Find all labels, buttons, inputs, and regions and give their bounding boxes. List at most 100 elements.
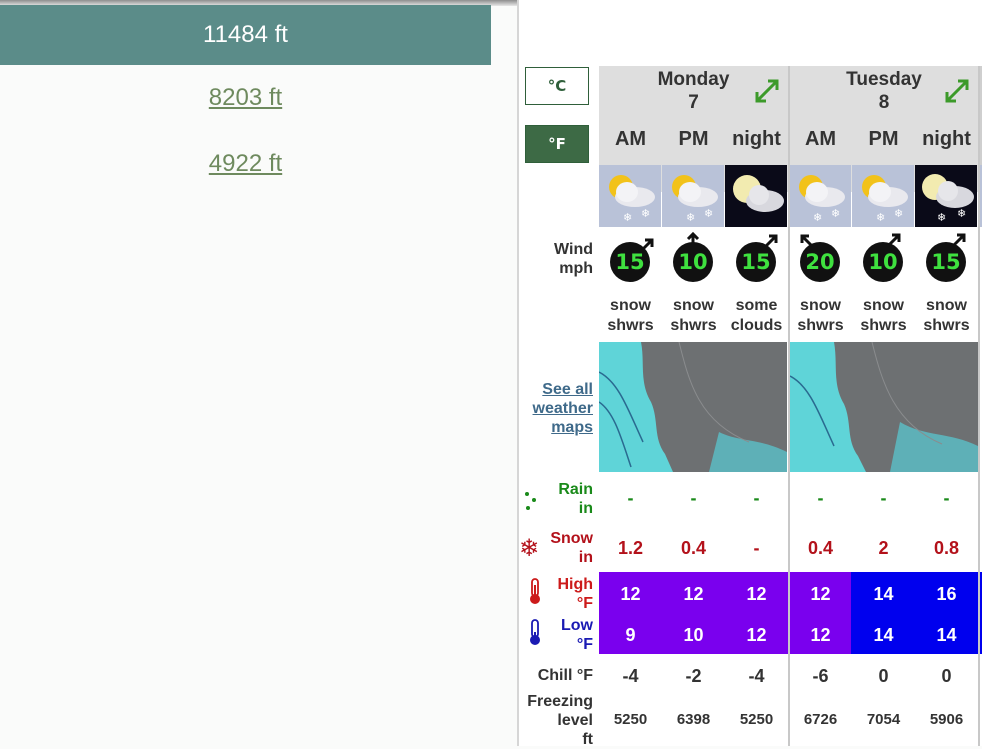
period-label: night bbox=[922, 128, 971, 150]
weather-map-thumbnail[interactable] bbox=[790, 342, 978, 472]
period-label: AM bbox=[614, 128, 647, 150]
low-temp-value: 9 bbox=[625, 625, 636, 645]
elevation-link[interactable]: 8203 ft bbox=[0, 84, 491, 112]
low-temp-value: 12 bbox=[810, 625, 831, 645]
summary-line: shwrs bbox=[607, 317, 654, 334]
freezing-level-value: 6726 bbox=[803, 711, 838, 728]
wind-chill-value: -2 bbox=[685, 666, 702, 686]
expand-icon[interactable] bbox=[942, 76, 972, 106]
see-all-weather-maps-link[interactable]: See all weather maps bbox=[533, 380, 593, 437]
weather-summary: snow shwrs bbox=[789, 296, 852, 336]
period-label: PM bbox=[678, 128, 709, 150]
wind-chill-value: -6 bbox=[812, 666, 829, 686]
snow-value: 0.4 bbox=[680, 538, 707, 558]
label-unit: ft bbox=[582, 731, 593, 748]
summary-line: shwrs bbox=[670, 317, 717, 334]
label-line: level bbox=[557, 712, 593, 729]
thermometer-low-icon bbox=[530, 619, 540, 645]
summary-line: shwrs bbox=[860, 317, 907, 334]
day-separator bbox=[788, 66, 790, 746]
summary-line: shwrs bbox=[797, 317, 844, 334]
link-line[interactable]: See all bbox=[533, 380, 593, 399]
high-temp-value: 12 bbox=[683, 584, 704, 604]
freezing-level-value: 5250 bbox=[739, 711, 774, 728]
wind-badge: 15 bbox=[606, 236, 654, 284]
label-line: Wind bbox=[554, 241, 593, 258]
link-line[interactable]: weather bbox=[533, 399, 593, 418]
high-temp-value: 16 bbox=[936, 584, 957, 604]
label-unit: in bbox=[578, 500, 593, 517]
low-temp-value: 10 bbox=[683, 625, 704, 645]
summary-line: snow bbox=[673, 297, 714, 314]
summary-line: snow bbox=[863, 297, 904, 314]
snow-row-label: Snow in bbox=[550, 529, 593, 567]
weather-map-thumbnail[interactable] bbox=[599, 342, 787, 472]
sun-cloud-snow-icon: ❄ ❄ bbox=[789, 165, 851, 227]
wind-chill-value: 0 bbox=[941, 666, 952, 686]
elevation-link[interactable]: 4922 ft bbox=[0, 150, 491, 178]
freezing-level-row-label: Freezing level ft bbox=[527, 692, 593, 749]
period-label: PM bbox=[868, 128, 899, 150]
wind-row-label: Wind mph bbox=[554, 240, 593, 278]
wind-arrow-icon bbox=[952, 233, 966, 247]
moon-cloud-snow-icon: ❄ ❄ bbox=[915, 165, 977, 227]
wind-chill-value: -4 bbox=[748, 666, 765, 686]
summary-line: snow bbox=[926, 297, 967, 314]
svg-text:❄: ❄ bbox=[894, 207, 903, 220]
wind-badge: 10 bbox=[669, 232, 717, 284]
sun-cloud-snow-icon: ❄ ❄ bbox=[662, 165, 724, 227]
moon-cloud-icon bbox=[725, 165, 787, 227]
wind-arrow-icon bbox=[640, 238, 654, 252]
wind-chill-value: -4 bbox=[622, 666, 639, 686]
sun-cloud-snow-icon: ❄ ❄ bbox=[599, 165, 661, 227]
sun-cloud-snow-icon: ❄ ❄ bbox=[852, 165, 914, 227]
snow-value: 0.8 bbox=[933, 538, 960, 558]
rain-value: - bbox=[690, 488, 697, 508]
svg-text:❄: ❄ bbox=[876, 211, 885, 224]
svg-text:❄: ❄ bbox=[704, 207, 713, 220]
summary-line: snow bbox=[800, 297, 841, 314]
snow-value: 0.4 bbox=[807, 538, 834, 558]
high-temp-value: 14 bbox=[873, 584, 894, 604]
weather-summary: snow shwrs bbox=[662, 296, 725, 336]
forecast-grid: Monday 7 Tuesday 8 AM PM night AM PM nig… bbox=[599, 66, 982, 746]
wind-speed: 15 bbox=[736, 242, 776, 282]
wind-speed: 10 bbox=[863, 242, 903, 282]
label-unit: in bbox=[578, 549, 593, 566]
snow-value: 1.2 bbox=[617, 538, 644, 558]
weather-summary: some clouds bbox=[725, 296, 788, 336]
svg-text:❄: ❄ bbox=[831, 207, 840, 220]
low-temp-value: 14 bbox=[936, 625, 957, 645]
rain-value: - bbox=[753, 488, 760, 508]
snow-value: - bbox=[753, 538, 760, 558]
wind-badge: 15 bbox=[732, 234, 780, 284]
wind-badge: 15 bbox=[922, 233, 970, 284]
wind-speed: 15 bbox=[926, 242, 966, 282]
label-line: Low bbox=[561, 617, 593, 634]
freezing-level-value: 7054 bbox=[866, 711, 901, 728]
fahrenheit-button[interactable]: °F bbox=[525, 125, 589, 163]
wind-badge: 20 bbox=[796, 234, 844, 284]
celsius-button[interactable]: °C bbox=[525, 67, 589, 105]
high-temp-value: 12 bbox=[620, 584, 641, 604]
rain-row-label: Rain in bbox=[558, 480, 593, 518]
label-line: High bbox=[557, 576, 593, 593]
svg-text:❄: ❄ bbox=[686, 211, 695, 224]
wind-arrow-icon bbox=[887, 233, 901, 247]
svg-text:❄: ❄ bbox=[937, 211, 946, 224]
freezing-level-value: 6398 bbox=[676, 711, 711, 728]
low-temp-value: 14 bbox=[873, 625, 894, 645]
rain-value: - bbox=[817, 488, 824, 508]
expand-icon[interactable] bbox=[752, 76, 782, 106]
summary-line: shwrs bbox=[923, 317, 970, 334]
period-label: night bbox=[732, 128, 781, 150]
summary-line: some bbox=[735, 297, 778, 314]
high-temp-value: 12 bbox=[746, 584, 767, 604]
high-row-label: High °F bbox=[557, 575, 593, 613]
period-label: AM bbox=[804, 128, 837, 150]
elevation-tab-active[interactable]: 11484 ft bbox=[0, 5, 491, 65]
wind-speed: 20 bbox=[800, 242, 840, 282]
label-line: Rain bbox=[558, 481, 593, 498]
link-line[interactable]: maps bbox=[533, 418, 593, 437]
low-row-label: Low °F bbox=[561, 616, 593, 654]
